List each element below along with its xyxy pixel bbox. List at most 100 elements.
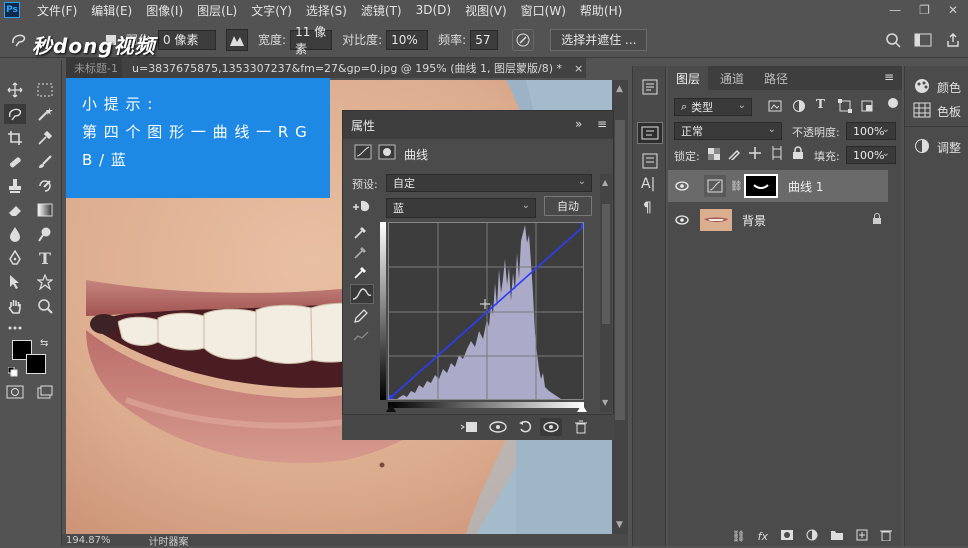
canvas-vertical-scrollbar[interactable]: ▲ ▼ bbox=[612, 80, 628, 534]
filter-toggle-icon[interactable] bbox=[888, 98, 898, 108]
shape-tool-icon[interactable] bbox=[34, 272, 56, 292]
search-icon[interactable] bbox=[882, 29, 904, 51]
tab-untitled[interactable]: 未标题-1 bbox=[66, 58, 122, 78]
preset-select[interactable]: 自定 ⌄ bbox=[386, 174, 592, 192]
quick-mask-icon[interactable] bbox=[4, 382, 26, 402]
frequency-input[interactable]: 57 bbox=[470, 29, 499, 50]
gray-point-eyedropper-icon[interactable] bbox=[352, 244, 370, 263]
curve-edit-icon[interactable] bbox=[350, 284, 374, 304]
scroll-down-icon[interactable]: ▼ bbox=[616, 520, 623, 530]
menu-view[interactable]: 视图(V) bbox=[458, 2, 514, 19]
zoom-level[interactable]: 194.87% bbox=[66, 535, 111, 546]
delete-icon[interactable] bbox=[574, 420, 588, 437]
channel-select[interactable]: 蓝 ⌄ bbox=[386, 198, 536, 218]
layer-row-background[interactable]: 背景 bbox=[668, 204, 888, 236]
dodge-tool-icon[interactable] bbox=[34, 224, 56, 244]
close-window-button[interactable]: ✕ bbox=[948, 3, 958, 17]
link-icon[interactable]: ⛓ bbox=[730, 181, 743, 192]
filter-type-icon[interactable]: T bbox=[816, 97, 825, 111]
auto-button[interactable]: 自动 bbox=[544, 196, 592, 216]
white-slider-handle[interactable] bbox=[577, 404, 587, 412]
gradient-tool-icon[interactable] bbox=[34, 200, 56, 220]
reset-icon[interactable] bbox=[518, 420, 534, 437]
fx-icon[interactable]: fx bbox=[758, 530, 768, 543]
visibility-eye-icon[interactable] bbox=[668, 180, 696, 192]
filter-shape-icon[interactable] bbox=[838, 99, 852, 116]
scroll-thumb[interactable] bbox=[615, 120, 625, 420]
curve-point-start[interactable] bbox=[389, 395, 393, 400]
link-layers-icon[interactable]: ⛓ bbox=[732, 530, 746, 543]
menu-help[interactable]: 帮助(H) bbox=[573, 2, 629, 19]
filter-pixel-icon[interactable] bbox=[768, 99, 782, 116]
brush-tool-icon[interactable] bbox=[34, 152, 56, 172]
share-icon[interactable] bbox=[942, 29, 964, 51]
eraser-tool-icon[interactable] bbox=[4, 200, 26, 220]
black-slider-handle[interactable] bbox=[386, 404, 396, 412]
pencil-draw-icon[interactable] bbox=[352, 308, 370, 327]
workspace-icon[interactable] bbox=[912, 29, 934, 51]
black-point-eyedropper-icon[interactable] bbox=[352, 224, 370, 243]
opacity-input[interactable]: 100% ⌄ bbox=[846, 122, 896, 140]
filter-smart-object-icon[interactable] bbox=[860, 99, 874, 116]
swatches-panel-button[interactable]: 色板 bbox=[913, 102, 961, 121]
info-panel-icon[interactable] bbox=[641, 152, 659, 173]
lock-all-icon[interactable] bbox=[792, 146, 804, 163]
hand-tool-icon[interactable] bbox=[4, 296, 26, 316]
more-tools-icon[interactable] bbox=[4, 318, 26, 338]
curves-graph[interactable] bbox=[388, 222, 584, 400]
history-panel-icon[interactable] bbox=[641, 78, 659, 99]
menu-3d[interactable]: 3D(D) bbox=[409, 3, 458, 17]
new-adjustment-icon[interactable] bbox=[806, 529, 818, 544]
filter-adjustment-icon[interactable] bbox=[792, 99, 806, 116]
lock-transparent-icon[interactable] bbox=[708, 148, 720, 163]
tab-active-document[interactable]: u=3837675875,1353307237&fm=27&gp=0.jpg @… bbox=[122, 60, 583, 76]
width-input[interactable]: 11 像素 bbox=[290, 25, 333, 56]
white-point-eyedropper-icon[interactable] bbox=[352, 264, 370, 283]
scroll-down-icon[interactable]: ▼ bbox=[602, 398, 608, 407]
lasso-tool-icon[interactable] bbox=[4, 104, 26, 124]
layer-mask-thumbnail[interactable] bbox=[744, 174, 778, 198]
fill-input[interactable]: 100% ⌄ bbox=[846, 146, 896, 164]
minimize-button[interactable]: — bbox=[889, 3, 901, 17]
tablet-pressure-icon[interactable] bbox=[226, 28, 249, 51]
layer-name[interactable]: 曲线 1 bbox=[788, 178, 823, 195]
type-tool-icon[interactable]: T bbox=[34, 248, 56, 268]
visibility-eye-icon[interactable] bbox=[668, 214, 696, 226]
layer-row-curves[interactable]: ⛓ 曲线 1 bbox=[668, 170, 888, 202]
layer-filter-select[interactable]: ⌕ 类型 ⌄ bbox=[674, 98, 752, 116]
move-tool-icon[interactable] bbox=[4, 80, 26, 100]
new-layer-icon[interactable] bbox=[856, 529, 868, 544]
lasso-tool-icon[interactable] bbox=[8, 29, 30, 51]
path-selection-icon[interactable] bbox=[4, 272, 26, 292]
lock-artboard-icon[interactable] bbox=[770, 146, 784, 163]
panel-menu-icon[interactable]: ≡ bbox=[884, 70, 894, 84]
feather-input[interactable]: 0 像素 bbox=[158, 29, 217, 50]
history-brush-icon[interactable] bbox=[34, 176, 56, 196]
pen-pressure-icon[interactable] bbox=[512, 28, 535, 51]
panel-menu-icon[interactable]: ≡ bbox=[597, 117, 607, 131]
eyedropper-icon[interactable] bbox=[34, 128, 56, 148]
tab-layers[interactable]: 图层 bbox=[668, 66, 708, 90]
menu-select[interactable]: 选择(S) bbox=[299, 2, 354, 19]
color-panel-button[interactable]: 颜色 bbox=[913, 78, 961, 97]
lock-position-icon[interactable] bbox=[748, 146, 762, 163]
marquee-tool-icon[interactable] bbox=[34, 80, 56, 100]
add-mask-icon[interactable] bbox=[780, 529, 794, 544]
healing-brush-icon[interactable] bbox=[4, 152, 26, 172]
tab-channels[interactable]: 通道 bbox=[712, 66, 752, 90]
background-color-swatch[interactable] bbox=[26, 354, 46, 374]
contrast-input[interactable]: 10% bbox=[386, 29, 429, 50]
menu-image[interactable]: 图像(I) bbox=[139, 2, 190, 19]
menu-window[interactable]: 窗口(W) bbox=[514, 2, 573, 19]
close-tab-icon[interactable]: × bbox=[574, 62, 583, 75]
clone-stamp-icon[interactable] bbox=[4, 176, 26, 196]
restore-button[interactable]: ❐ bbox=[919, 3, 930, 17]
magic-wand-icon[interactable] bbox=[34, 104, 56, 124]
paragraph-panel-icon[interactable]: ¶ bbox=[643, 200, 652, 216]
menu-edit[interactable]: 编辑(E) bbox=[84, 2, 139, 19]
mask-icon[interactable] bbox=[378, 144, 396, 163]
menu-type[interactable]: 文字(Y) bbox=[244, 2, 299, 19]
blend-mode-select[interactable]: 正常 ⌄ bbox=[674, 122, 782, 140]
zoom-tool-icon[interactable] bbox=[34, 296, 56, 316]
character-panel-icon[interactable]: A| bbox=[641, 176, 655, 192]
